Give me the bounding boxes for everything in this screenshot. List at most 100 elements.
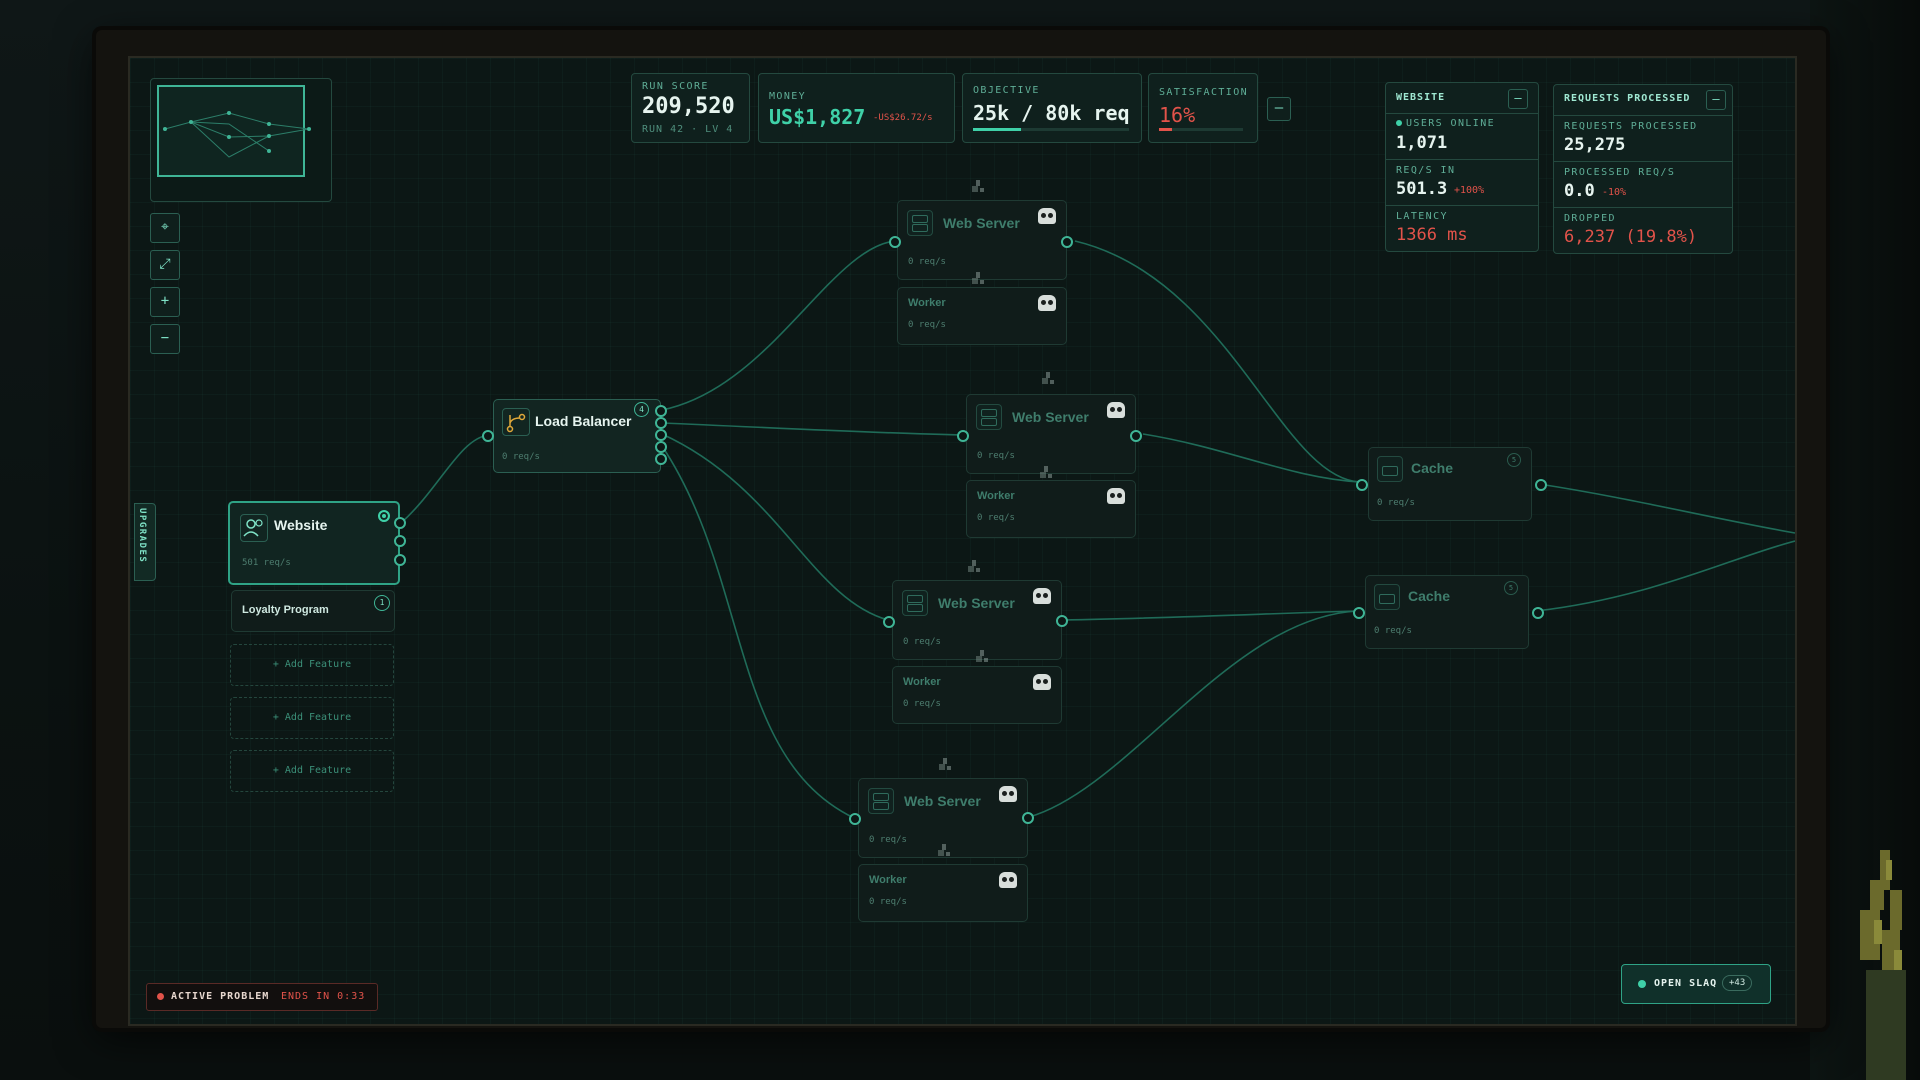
load-balancer-output-port[interactable] <box>655 453 667 465</box>
minus-icon: − <box>160 330 170 346</box>
cache-output-port[interactable] <box>1535 479 1547 491</box>
web-server-input-port[interactable] <box>957 430 969 442</box>
cache-input-port[interactable] <box>1353 607 1365 619</box>
money-panel: MONEY US$1,827 -US$26.72/s <box>758 73 955 143</box>
worker-node[interactable]: Worker 0 req/s <box>897 287 1067 345</box>
add-feature-slot[interactable]: + Add Feature <box>230 697 394 739</box>
web-server-input-port[interactable] <box>849 813 861 825</box>
wire-lb-ws2 <box>661 422 964 436</box>
web-server-rate: 0 req/s <box>869 835 907 845</box>
skull-icon <box>999 786 1017 802</box>
load-balancer-output-port[interactable] <box>655 417 667 429</box>
load-balancer-badge: 4 <box>634 402 649 417</box>
objective-progress-fill <box>973 128 1022 131</box>
run-score-label: RUN SCORE <box>642 81 709 92</box>
load-balancer-node[interactable]: Load Balancer 0 req/s 4 <box>493 399 661 473</box>
load-balancer-output-port[interactable] <box>655 429 667 441</box>
load-balancer-output-port[interactable] <box>655 441 667 453</box>
cache-node[interactable]: Cache 0 req/s 5 <box>1365 575 1529 649</box>
skull-icon <box>1038 295 1056 311</box>
cache-icon <box>1374 584 1400 610</box>
website-output-port[interactable] <box>394 554 406 566</box>
web-server-input-port[interactable] <box>883 616 895 628</box>
worker-rate: 0 req/s <box>869 897 907 907</box>
objective-label: OBJECTIVE <box>973 85 1040 96</box>
money-label: MONEY <box>769 91 807 102</box>
satisfaction-panel: SATISFACTION 16% <box>1148 73 1258 143</box>
smoke-effect <box>1040 466 1052 478</box>
cache-node[interactable]: Cache 0 req/s 5 <box>1368 447 1532 521</box>
cache-rate: 0 req/s <box>1377 498 1415 508</box>
worker-node[interactable]: Worker 0 req/s <box>892 666 1062 724</box>
wire-ws3-cache2 <box>1062 610 1358 621</box>
minimap-frame[interactable] <box>150 78 332 202</box>
worker-node[interactable]: Worker 0 req/s <box>966 480 1136 538</box>
active-problem-banner[interactable]: ACTIVE PROBLEM ENDS IN 0:33 <box>146 983 378 1011</box>
web-server-output-port[interactable] <box>1061 236 1073 248</box>
worker-node[interactable]: Worker 0 req/s <box>858 864 1028 922</box>
zoom-out-button[interactable]: − <box>150 324 180 354</box>
objective-panel: OBJECTIVE 25k / 80k req <box>962 73 1142 143</box>
cache-input-port[interactable] <box>1356 479 1368 491</box>
web-server-title: Web Server <box>938 595 1015 611</box>
worker-rate: 0 req/s <box>908 320 946 330</box>
fit-view-button[interactable]: ⤢ <box>150 250 180 280</box>
loyalty-title: Loyalty Program <box>242 604 329 616</box>
problem-timer: ENDS IN 0:33 <box>281 991 366 1002</box>
load-balancer-output-port[interactable] <box>655 405 667 417</box>
requests-panel-collapse[interactable]: – <box>1706 90 1726 110</box>
run-score-panel: RUN SCORE 209,520 RUN 42 · LV 4 <box>631 73 750 143</box>
website-output-port[interactable] <box>394 517 406 529</box>
web-server-rate: 0 req/s <box>977 451 1015 461</box>
website-stats-title: WEBSITE <box>1396 92 1446 103</box>
server-icon <box>976 404 1002 430</box>
load-balancer-title: Load Balancer <box>535 413 632 429</box>
load-balancer-input-port[interactable] <box>482 430 494 442</box>
run-level: RUN 42 · LV 4 <box>642 124 734 135</box>
open-slaq-button[interactable]: OPEN SLAQ +43 <box>1621 964 1771 1004</box>
locate-button[interactable]: ⌖ <box>150 213 180 243</box>
web-server-output-port[interactable] <box>1130 430 1142 442</box>
objective-progress-track <box>973 128 1129 131</box>
plus-icon: + <box>160 293 170 309</box>
website-output-port[interactable] <box>394 535 406 547</box>
status-indicator-icon <box>378 510 390 522</box>
wire-ws2-cache1 <box>1142 433 1361 483</box>
worker-title: Worker <box>977 490 1015 502</box>
cache-output-port[interactable] <box>1532 607 1544 619</box>
add-feature-slot[interactable]: + Add Feature <box>230 750 394 792</box>
cache-badge: 5 <box>1504 581 1518 595</box>
wire-ws4-cache2 <box>1028 610 1358 818</box>
users-online-value: 1,071 <box>1396 133 1448 153</box>
smoke-effect <box>972 272 984 284</box>
server-icon <box>907 210 933 236</box>
web-server-input-port[interactable] <box>889 236 901 248</box>
latency-label: LATENCY <box>1396 211 1448 222</box>
slaq-count-badge: +43 <box>1722 975 1753 991</box>
worker-title: Worker <box>903 676 941 688</box>
web-server-output-port[interactable] <box>1022 812 1034 824</box>
worker-rate: 0 req/s <box>903 699 941 709</box>
wire-lb-ws3 <box>661 433 889 621</box>
active-problem-label: ACTIVE PROBLEM <box>171 991 270 1002</box>
satisfaction-progress-fill <box>1159 128 1173 131</box>
wire-lb-ws1 <box>661 240 896 411</box>
web-server-output-port[interactable] <box>1056 615 1068 627</box>
processed-rate-label: PROCESSED REQ/S <box>1564 167 1676 178</box>
website-title: Website <box>274 517 328 533</box>
hud-collapse-button[interactable]: – <box>1267 97 1291 121</box>
processed-value: 25,275 <box>1564 135 1626 155</box>
skull-icon <box>999 872 1017 888</box>
web-server-rate: 0 req/s <box>903 637 941 647</box>
loyalty-program-feature[interactable]: Loyalty Program 1 <box>231 590 395 632</box>
upgrades-tab[interactable]: UPGRADES <box>134 503 156 581</box>
website-rate: 501 req/s <box>242 558 291 568</box>
minus-icon: – <box>1514 91 1522 105</box>
zoom-in-button[interactable]: + <box>150 287 180 317</box>
website-panel-collapse[interactable]: – <box>1508 89 1528 109</box>
add-feature-slot[interactable]: + Add Feature <box>230 644 394 686</box>
website-node[interactable]: Website 501 req/s <box>228 501 400 585</box>
smoke-effect <box>968 560 980 572</box>
game-screen: ⌖ ⤢ + − UPGRADES RUN SCORE 209,520 RUN 4… <box>128 56 1797 1026</box>
wire-cache1-out <box>1538 483 1795 534</box>
